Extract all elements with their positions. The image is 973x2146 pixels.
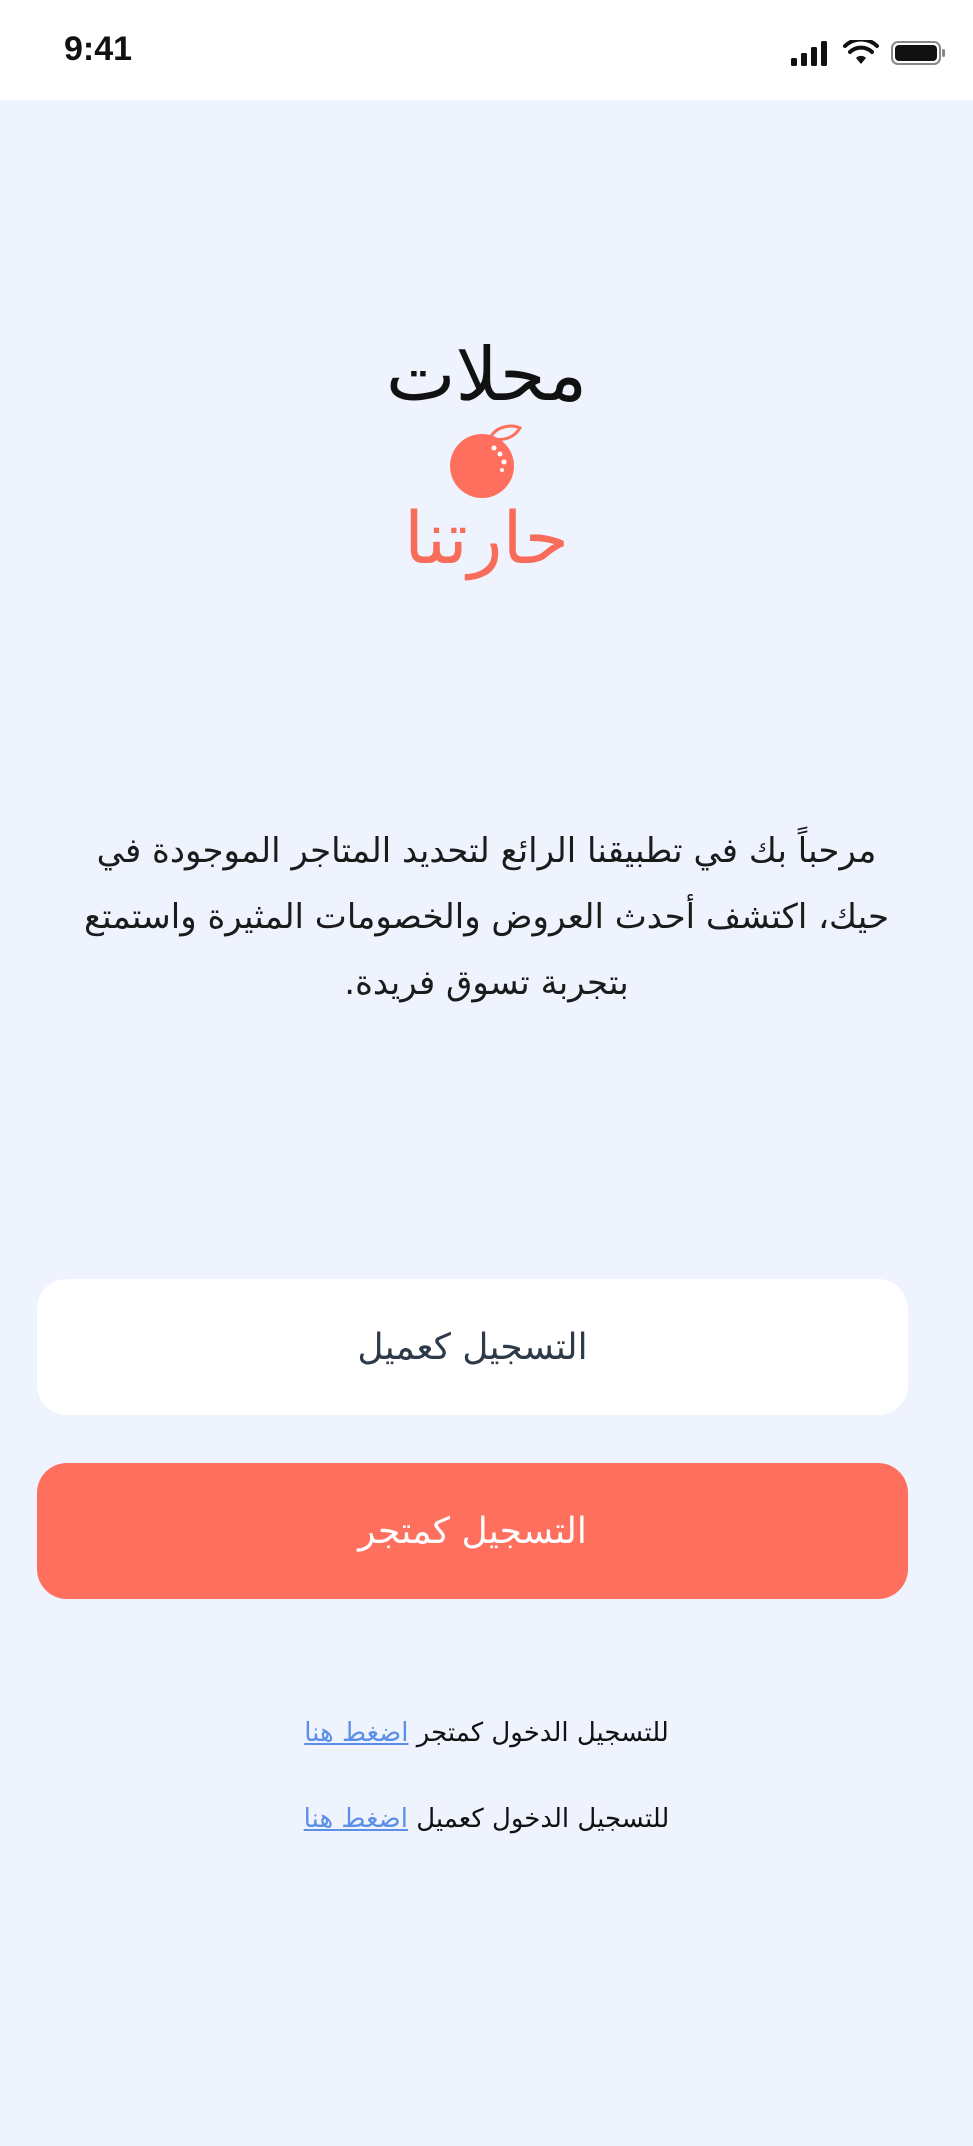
logo-bottom-text: حارتنا <box>404 496 569 580</box>
status-bar: 9:41 <box>0 0 973 100</box>
app-logo: محلات حارتنا <box>0 330 973 578</box>
wifi-icon <box>843 40 879 64</box>
register-customer-button[interactable]: التسجيل كعميل <box>37 1279 908 1415</box>
customer-login-link[interactable]: اضغط هنا <box>304 1804 408 1834</box>
welcome-text: مرحباً بك في تطبيقنا الرائع لتحديد المتا… <box>84 831 889 1003</box>
orange-icon <box>449 424 522 498</box>
battery-icon <box>891 41 945 65</box>
merchant-login-text: للتسجيل الدخول كمتجر <box>416 1718 669 1748</box>
cellular-signal-icon <box>791 41 827 66</box>
logo-top-text: محلات <box>385 332 588 418</box>
customer-login-row: للتسجيل الدخول كعميل اضغط هنا <box>0 1804 973 1834</box>
merchant-login-link[interactable]: اضغط هنا <box>304 1718 408 1748</box>
register-merchant-button[interactable]: التسجيل كمتجر <box>37 1463 908 1599</box>
status-time: 9:41 <box>64 30 133 68</box>
merchant-login-row: للتسجيل الدخول كمتجر اضغط هنا <box>0 1718 973 1748</box>
status-icons <box>791 36 947 70</box>
customer-login-text: للتسجيل الدخول كعميل <box>416 1804 670 1834</box>
